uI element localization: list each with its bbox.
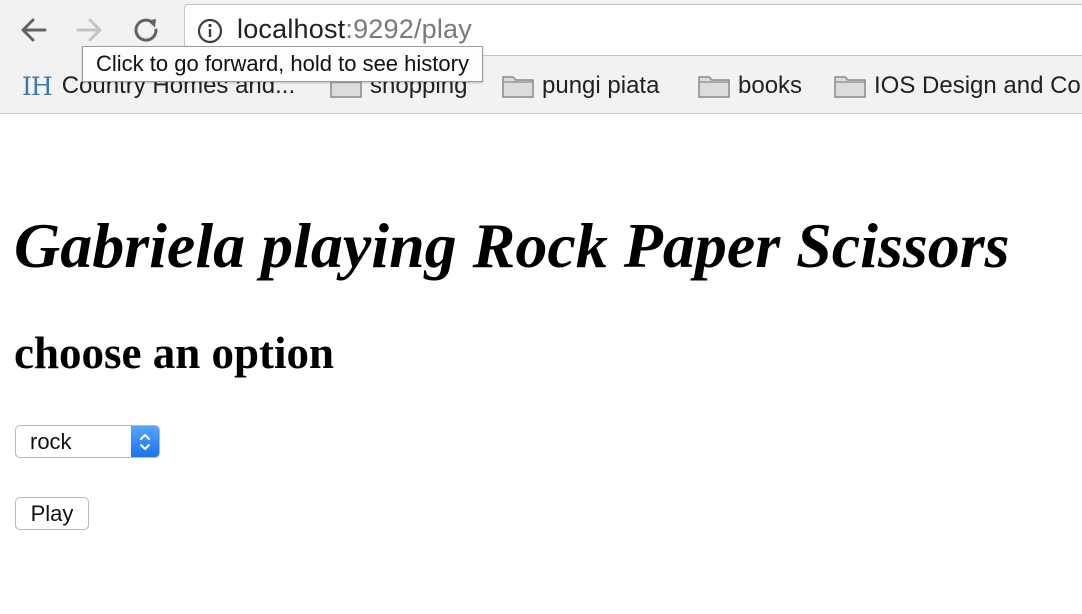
url-path: :9292/play bbox=[345, 14, 472, 44]
folder-icon bbox=[502, 76, 534, 98]
url-text: localhost:9292/play bbox=[237, 14, 472, 45]
back-arrow-icon bbox=[21, 18, 47, 42]
chevron-up-down-icon bbox=[140, 433, 150, 450]
select-value: rock bbox=[30, 429, 72, 454]
bookmark-books[interactable]: books bbox=[698, 66, 802, 106]
folder-icon bbox=[698, 76, 730, 98]
ih-logo-icon: IH bbox=[22, 71, 53, 101]
reload-icon bbox=[134, 18, 158, 42]
forward-tooltip: Click to go forward, hold to see history bbox=[82, 46, 483, 82]
page-title: Gabriela playing Rock Paper Scissors bbox=[14, 210, 1010, 281]
browser-chrome: localhost:9292/play IH Country Homes and… bbox=[0, 0, 1082, 114]
back-button[interactable] bbox=[16, 12, 52, 48]
page-subtitle: choose an option bbox=[14, 328, 335, 378]
folder-icon bbox=[834, 76, 866, 98]
bookmark-label: pungi piata bbox=[542, 72, 660, 99]
bookmark-pungi-piata[interactable]: pungi piata bbox=[502, 66, 659, 106]
info-icon[interactable] bbox=[197, 18, 223, 44]
forward-arrow-icon bbox=[76, 18, 102, 42]
bookmark-label: IOS Design and Co bbox=[874, 72, 1081, 99]
bookmark-label: books bbox=[738, 72, 803, 99]
url-host: localhost bbox=[237, 14, 346, 44]
bookmark-ios-design[interactable]: IOS Design and Co bbox=[834, 66, 1081, 106]
option-select[interactable]: rock bbox=[15, 425, 160, 458]
forward-button[interactable] bbox=[71, 12, 107, 48]
reload-button[interactable] bbox=[128, 12, 164, 48]
play-button[interactable]: Play bbox=[15, 497, 89, 530]
select-arrows[interactable] bbox=[131, 426, 159, 457]
